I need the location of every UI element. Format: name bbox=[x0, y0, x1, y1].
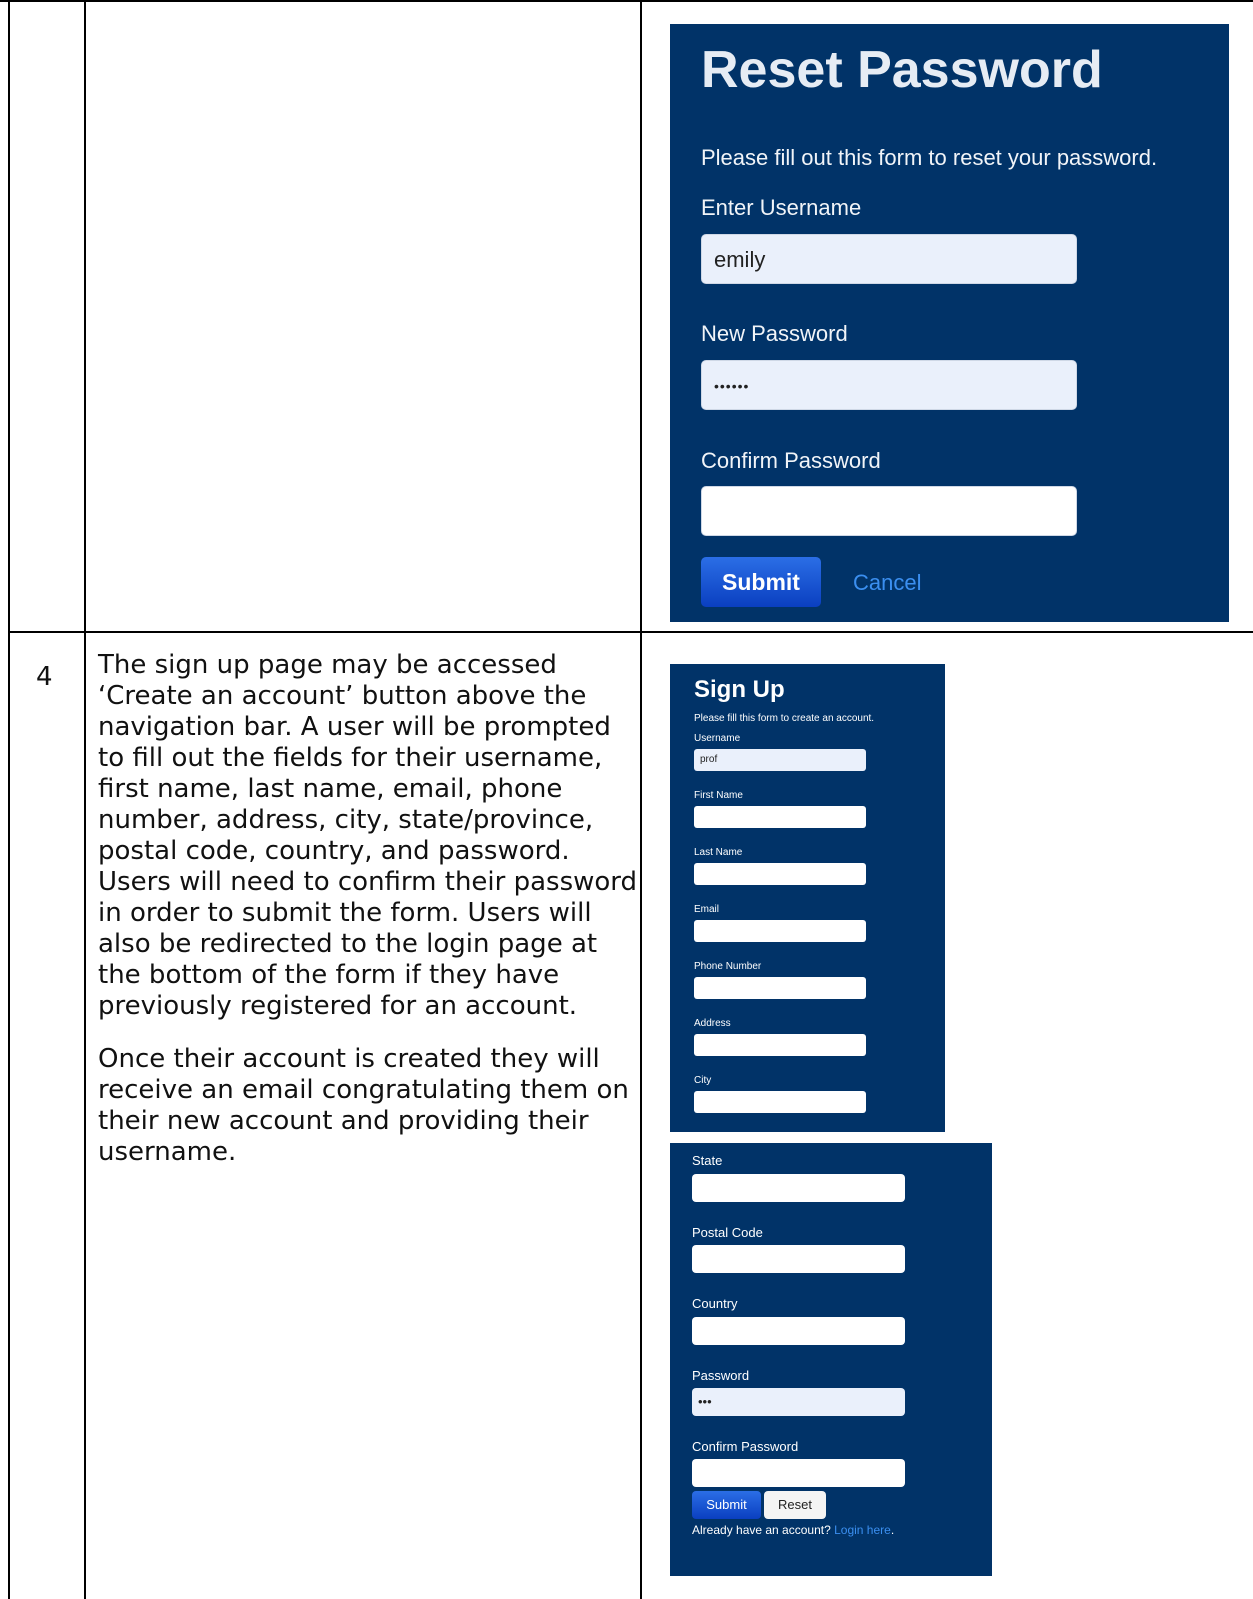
confirm-password-input[interactable] bbox=[701, 486, 1077, 536]
step-description: The sign up page may be accessed ‘Create… bbox=[98, 650, 638, 1190]
reset-password-title: Reset Password bbox=[701, 41, 1103, 99]
confirm-password-input[interactable] bbox=[692, 1459, 905, 1487]
login-link[interactable]: Login here bbox=[834, 1523, 891, 1537]
password-label: Password bbox=[692, 1368, 750, 1383]
new-password-label: New Password bbox=[701, 321, 848, 346]
username-input[interactable]: prof bbox=[694, 749, 866, 771]
sign-up-subtitle: Please fill this form to create an accou… bbox=[694, 713, 875, 724]
username-input[interactable]: emily bbox=[701, 234, 1077, 284]
state-input[interactable] bbox=[692, 1174, 905, 1202]
phone-number-label: Phone Number bbox=[694, 961, 762, 972]
new-password-input[interactable]: •••••• bbox=[701, 360, 1077, 410]
submit-button[interactable]: Submit bbox=[692, 1491, 761, 1519]
table-column-divider-1 bbox=[84, 0, 86, 1599]
email-input[interactable] bbox=[694, 920, 866, 942]
username-label: Enter Username bbox=[701, 195, 862, 220]
cancel-link[interactable]: Cancel bbox=[853, 570, 921, 596]
postal-code-input[interactable] bbox=[692, 1245, 905, 1273]
password-input[interactable]: ••• bbox=[692, 1388, 905, 1416]
login-prompt-text: Already have an account? bbox=[692, 1523, 831, 1537]
username-label: Username bbox=[694, 733, 741, 744]
state-label: State bbox=[692, 1153, 723, 1168]
confirm-password-label: Confirm Password bbox=[692, 1439, 799, 1454]
table-border-top bbox=[0, 0, 1253, 2]
description-paragraph-1: The sign up page may be accessed ‘Create… bbox=[98, 650, 638, 1021]
table-column-divider-2 bbox=[640, 0, 642, 1599]
confirm-password-label: Confirm Password bbox=[701, 448, 881, 473]
city-label: City bbox=[694, 1075, 712, 1086]
first-name-input[interactable] bbox=[694, 806, 866, 828]
reset-password-form: Reset Password Please fill out this form… bbox=[670, 24, 1229, 622]
sign-up-title: Sign Up bbox=[694, 676, 785, 703]
sign-up-form-part-2: State Postal Code Country Password ••• C… bbox=[670, 1143, 992, 1576]
login-prompt: Already have an account? Login here. bbox=[692, 1523, 894, 1537]
sign-up-form-part-1: Sign Up Please fill this form to create … bbox=[670, 664, 945, 1132]
last-name-input[interactable] bbox=[694, 863, 866, 885]
address-label: Address bbox=[694, 1018, 731, 1029]
description-paragraph-2: Once their account is created they will … bbox=[98, 1044, 629, 1167]
country-input[interactable] bbox=[692, 1317, 905, 1345]
step-number: 4 bbox=[36, 662, 53, 692]
reset-password-subtitle: Please fill out this form to reset your … bbox=[701, 145, 1158, 170]
phone-number-input[interactable] bbox=[694, 977, 866, 999]
submit-button[interactable]: Submit bbox=[701, 557, 821, 607]
city-input[interactable] bbox=[694, 1091, 866, 1113]
reset-button[interactable]: Reset bbox=[764, 1491, 826, 1519]
country-label: Country bbox=[692, 1296, 738, 1311]
postal-code-label: Postal Code bbox=[692, 1225, 763, 1240]
login-prompt-suffix: . bbox=[890, 1523, 895, 1537]
last-name-label: Last Name bbox=[694, 847, 743, 858]
first-name-label: First Name bbox=[694, 790, 743, 801]
table-border-left bbox=[8, 0, 10, 1599]
table-row-divider bbox=[8, 631, 1253, 633]
address-input[interactable] bbox=[694, 1034, 866, 1056]
email-label: Email bbox=[694, 904, 720, 915]
